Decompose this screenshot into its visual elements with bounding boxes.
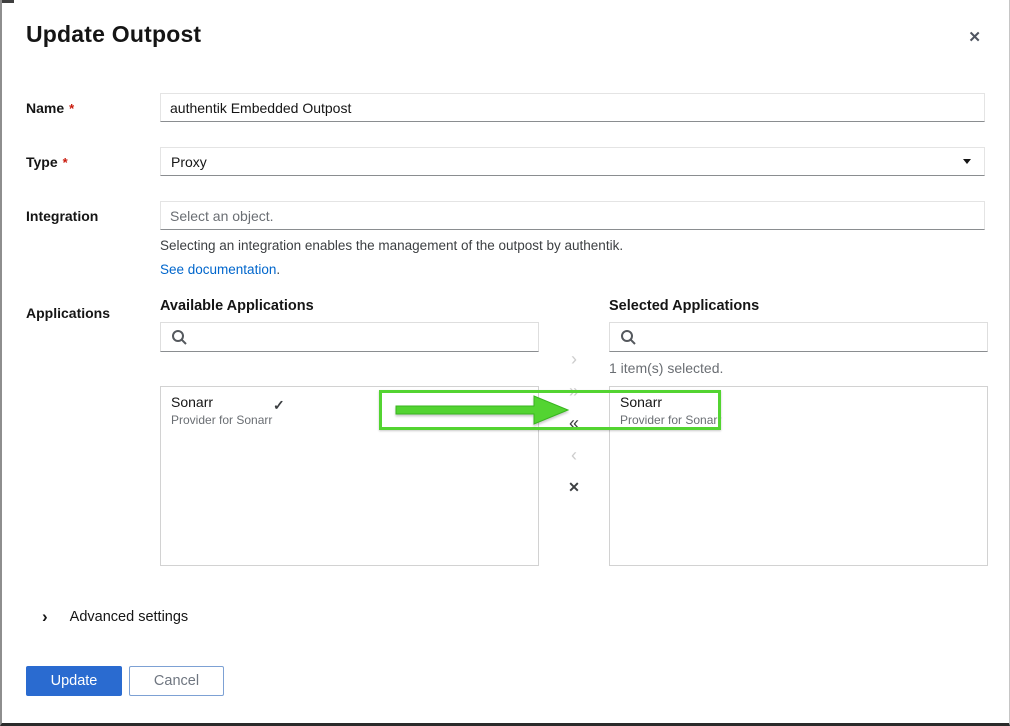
clear-x-icon: ✕ <box>568 479 580 495</box>
clear-selected-button[interactable]: ✕ <box>568 479 580 495</box>
selected-count-text: 1 item(s) selected. <box>609 360 988 377</box>
item-title: Sonarr <box>171 394 528 411</box>
name-label: Name* <box>26 93 160 122</box>
double-chevron-left-icon: « <box>569 413 579 433</box>
chevron-right-icon: › <box>571 349 577 369</box>
move-all-right-button[interactable]: » <box>569 383 579 399</box>
integration-field-row: Integration Selecting an integration ena… <box>26 201 985 277</box>
type-field-row: Type* Proxy <box>26 147 985 176</box>
search-icon <box>171 329 187 350</box>
move-selected-right-button[interactable]: › <box>571 351 577 367</box>
selected-applications-list: Sonarr Provider for Sonarr <box>609 386 988 566</box>
available-applications-header: Available Applications <box>160 298 539 314</box>
selected-applications-header: Selected Applications <box>609 298 988 314</box>
chevron-right-icon: › <box>42 610 48 624</box>
modal-footer: Update Cancel <box>26 666 1009 696</box>
screen-edge-artifact <box>2 0 14 3</box>
available-applications-list: Sonarr Provider for Sonarr ✓ <box>160 386 539 566</box>
page-title: Update Outpost <box>26 21 985 48</box>
list-item-sonarr-available[interactable]: Sonarr Provider for Sonarr ✓ <box>161 387 538 434</box>
outpost-form: Name* Type* Proxy Integration Selecting … <box>2 93 1009 566</box>
link-period: . <box>276 262 280 277</box>
see-documentation-link[interactable]: See documentation <box>160 262 276 277</box>
available-applications-pane: Available Applications Sonarr Provider f… <box>160 298 539 566</box>
update-outpost-modal: Update Outpost ✕ Name* Type* Proxy Integ… <box>0 0 1010 726</box>
name-input[interactable] <box>160 93 985 122</box>
name-field-row: Name* <box>26 93 985 122</box>
documentation-link-row: See documentation. <box>160 262 985 277</box>
move-selected-left-button[interactable]: ‹ <box>571 447 577 463</box>
type-select-value: Proxy <box>171 154 207 170</box>
type-label: Type* <box>26 147 160 176</box>
close-icon: ✕ <box>968 29 981 46</box>
cancel-button[interactable]: Cancel <box>129 666 224 696</box>
update-button[interactable]: Update <box>26 666 122 696</box>
type-select[interactable]: Proxy <box>160 147 985 176</box>
required-asterisk: * <box>69 101 74 116</box>
applications-field-row: Applications Available Applications Sona… <box>26 298 985 566</box>
search-icon <box>620 329 636 350</box>
advanced-settings-label: Advanced settings <box>70 609 189 625</box>
dual-list-selector: Available Applications Sonarr Provider f… <box>160 298 988 566</box>
advanced-settings-toggle[interactable]: › Advanced settings <box>42 609 188 625</box>
chevron-left-icon: ‹ <box>571 445 577 465</box>
integration-input[interactable] <box>160 201 985 230</box>
move-all-left-button[interactable]: « <box>569 415 579 431</box>
check-icon: ✓ <box>273 397 285 414</box>
modal-header: Update Outpost <box>2 0 1009 48</box>
available-search-box <box>160 322 539 352</box>
item-subtitle: Provider for Sonarr <box>171 413 528 427</box>
item-subtitle: Provider for Sonarr <box>620 413 977 427</box>
caret-down-icon <box>963 159 971 164</box>
integration-field-group: Selecting an integration enables the man… <box>160 201 985 277</box>
selected-applications-pane: Selected Applications 1 item(s) selected… <box>609 298 988 566</box>
list-item-sonarr-selected[interactable]: Sonarr Provider for Sonarr <box>610 387 987 434</box>
selected-search-input[interactable] <box>610 323 987 351</box>
integration-label: Integration <box>26 201 160 277</box>
transfer-controls: › » « ‹ ✕ <box>539 298 609 566</box>
double-chevron-right-icon: » <box>569 381 579 401</box>
item-title: Sonarr <box>620 394 977 411</box>
integration-help-text: Selecting an integration enables the man… <box>160 238 985 253</box>
close-button[interactable]: ✕ <box>966 28 983 47</box>
selected-search-box <box>609 322 988 352</box>
required-asterisk: * <box>63 155 68 170</box>
available-search-input[interactable] <box>161 323 538 351</box>
applications-label: Applications <box>26 298 160 566</box>
